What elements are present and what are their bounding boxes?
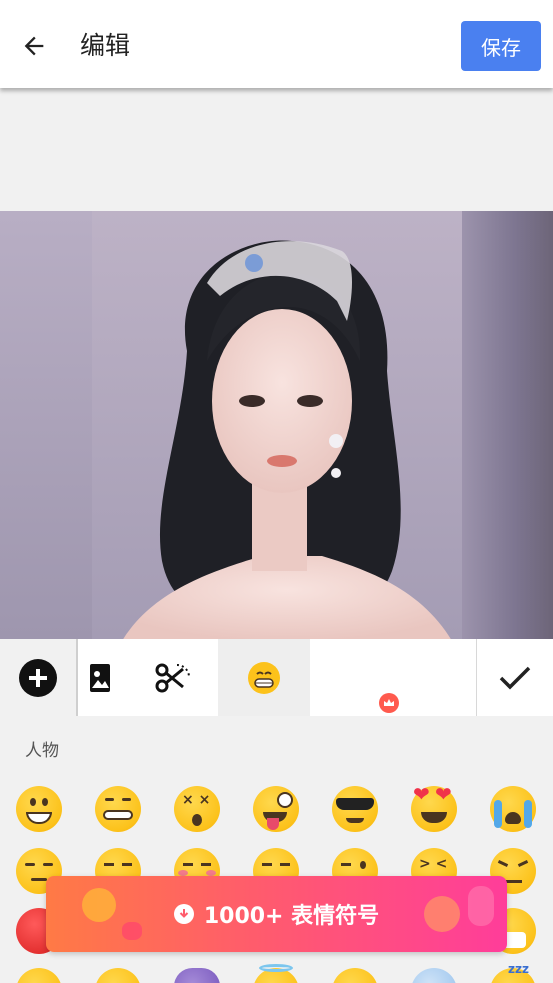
heart-decoration bbox=[122, 922, 142, 940]
portrait-photo bbox=[92, 211, 462, 641]
add-circle-icon bbox=[19, 658, 57, 697]
hand-decoration bbox=[468, 886, 494, 926]
top-bar: 编辑 保存 bbox=[0, 0, 553, 88]
page-title: 编辑 bbox=[80, 31, 131, 60]
download-icon bbox=[173, 904, 194, 924]
category-label: 人物 bbox=[25, 741, 59, 761]
dizzy-face-emoji[interactable]: × × bbox=[174, 786, 220, 832]
confirm-button[interactable] bbox=[476, 639, 553, 716]
scissors-icon bbox=[155, 663, 190, 692]
photo-canvas[interactable] bbox=[0, 211, 553, 641]
promo-label: 1000+ 表情符号 bbox=[203, 904, 380, 929]
beaming-emoji[interactable] bbox=[95, 786, 141, 832]
emoji-tool-button[interactable] bbox=[218, 639, 310, 716]
photo-edge-left bbox=[0, 211, 92, 641]
sleeping-emoji[interactable]: zzz bbox=[490, 962, 536, 983]
cutout-tool-button[interactable] bbox=[130, 639, 216, 716]
partial-emoji-3[interactable] bbox=[332, 968, 378, 983]
emoji-pack-promo-button[interactable]: 1000+ 表情符号 bbox=[46, 876, 507, 952]
grinning-face-icon bbox=[248, 661, 280, 694]
tool-bar bbox=[0, 639, 553, 716]
kiss-emoji-decoration bbox=[82, 888, 116, 922]
save-button[interactable]: 保存 bbox=[461, 21, 541, 71]
back-button[interactable] bbox=[14, 26, 54, 66]
sunglasses-emoji[interactable] bbox=[332, 786, 378, 832]
zany-face-emoji[interactable] bbox=[253, 786, 299, 832]
crying-emoji[interactable] bbox=[490, 786, 536, 832]
ghost-emoji[interactable] bbox=[411, 968, 457, 983]
vip-tool-button[interactable] bbox=[310, 639, 474, 716]
grinning-emoji[interactable] bbox=[16, 786, 62, 832]
arrow-left-icon bbox=[24, 36, 44, 56]
image-icon bbox=[90, 663, 110, 692]
add-tool-button[interactable] bbox=[0, 639, 78, 716]
image-tool-button[interactable] bbox=[80, 639, 120, 716]
halo-emoji[interactable] bbox=[253, 964, 299, 983]
partial-emoji-2[interactable] bbox=[95, 968, 141, 983]
checkmark-icon bbox=[499, 666, 531, 689]
photo-edge-right bbox=[461, 211, 553, 641]
partial-emoji-1[interactable] bbox=[16, 968, 62, 983]
editor-screen: 编辑 保存 人物 × × ❤ ❤ > < zzz 1000+ 表情符号 bbox=[0, 0, 553, 983]
party-emoji-decoration bbox=[424, 896, 460, 932]
devil-emoji[interactable] bbox=[174, 968, 220, 983]
heart-eyes-emoji[interactable]: ❤ ❤ bbox=[411, 782, 457, 832]
crown-badge-icon bbox=[379, 693, 399, 713]
